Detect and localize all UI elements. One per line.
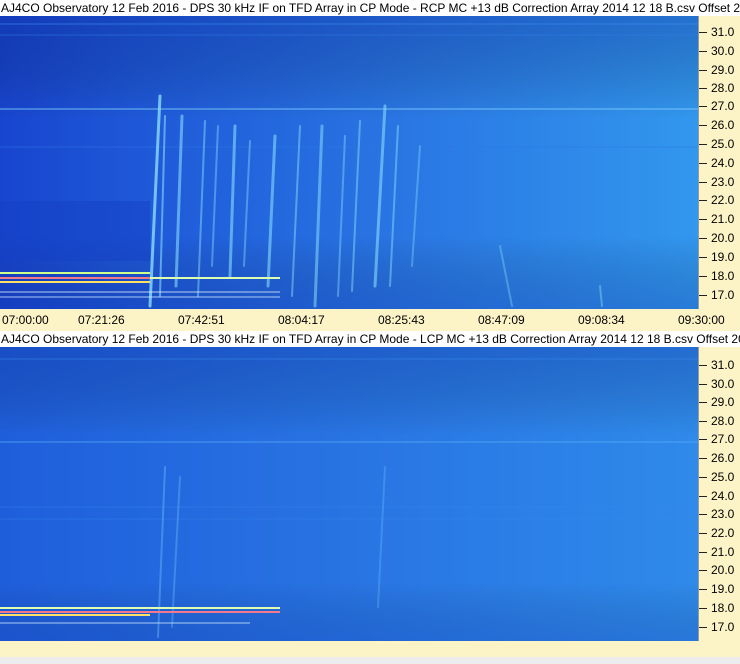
lcp-tick (699, 570, 707, 571)
lcp-tick (699, 608, 707, 609)
rcp-freq-label: 27.0 (711, 99, 735, 113)
rcp-freq-label: 31.0 (711, 25, 735, 39)
lcp-freq-label: 28.0 (711, 414, 735, 428)
lcp-tick (699, 589, 707, 590)
rcp-freq-label: 24.0 (711, 156, 735, 170)
time-label: 09:30:00 (678, 313, 725, 327)
lcp-freq-label: 20.0 (711, 563, 735, 577)
rcp-tick (699, 144, 707, 145)
rcp-freq-label: 25.0 (711, 137, 735, 151)
time-label: 07:00:00 (2, 313, 49, 327)
rcp-freq-label: 30.0 (711, 44, 735, 58)
rcp-tick (699, 200, 707, 201)
rcp-freq-label: 18.0 (711, 269, 735, 283)
bottom-divider (0, 657, 740, 664)
lcp-freq-label: 31.0 (711, 358, 735, 372)
rcp-tick (699, 32, 707, 33)
rcp-tick (699, 219, 707, 220)
lcp-freq-label: 26.0 (711, 451, 735, 465)
rcp-tick (699, 70, 707, 71)
rcp-tick (699, 295, 707, 296)
rcp-tick (699, 106, 707, 107)
lcp-tick (699, 496, 707, 497)
rcp-tick (699, 125, 707, 126)
lcp-panel-title: AJ4CO Observatory 12 Feb 2016 - DPS 30 k… (0, 331, 740, 347)
lcp-tick (699, 458, 707, 459)
rcp-freq-label: 22.0 (711, 193, 735, 207)
lcp-freq-label: 27.0 (711, 432, 735, 446)
lcp-freq-label: 23.0 (711, 507, 735, 521)
rcp-freq-label: 17.0 (711, 288, 735, 302)
rcp-tick (699, 257, 707, 258)
time-axis: 07:00:00 07:21:26 07:42:51 08:04:17 08:2… (0, 309, 740, 330)
rcp-frequency-axis: 31.0 30.0 29.0 28.0 27.0 26.0 25.0 24.0 … (698, 16, 740, 309)
lcp-freq-label: 22.0 (711, 526, 735, 540)
lcp-freq-label: 30.0 (711, 377, 735, 391)
rcp-freq-label: 19.0 (711, 250, 735, 264)
lcp-tick (699, 552, 707, 553)
lcp-freq-label: 18.0 (711, 601, 735, 615)
rcp-freq-label: 28.0 (711, 81, 735, 95)
lcp-tick (699, 477, 707, 478)
time-label: 08:04:17 (278, 313, 325, 327)
lcp-spectrogram[interactable] (0, 347, 698, 641)
lcp-tick (699, 384, 707, 385)
rcp-freq-label: 21.0 (711, 212, 735, 226)
rcp-tick (699, 238, 707, 239)
lcp-tick (699, 365, 707, 366)
rcp-spectrogram[interactable] (0, 16, 698, 309)
rcp-freq-label: 26.0 (711, 118, 735, 132)
lcp-frequency-axis: 31.0 30.0 29.0 28.0 27.0 26.0 25.0 24.0 … (698, 347, 740, 641)
rcp-tick (699, 163, 707, 164)
rcp-tick (699, 276, 707, 277)
lcp-freq-label: 25.0 (711, 470, 735, 484)
lcp-freq-label: 29.0 (711, 395, 735, 409)
lcp-tick (699, 533, 707, 534)
lcp-tick (699, 627, 707, 628)
lcp-tick (699, 402, 707, 403)
lcp-freq-label: 21.0 (711, 545, 735, 559)
rcp-tick (699, 51, 707, 52)
rcp-tick (699, 88, 707, 89)
time-label: 08:47:09 (478, 313, 525, 327)
time-label: 09:08:34 (578, 313, 625, 327)
rcp-freq-label: 20.0 (711, 231, 735, 245)
lcp-freq-label: 24.0 (711, 489, 735, 503)
rcp-freq-label: 29.0 (711, 63, 735, 77)
lcp-tick (699, 421, 707, 422)
rcp-panel-title: AJ4CO Observatory 12 Feb 2016 - DPS 30 k… (0, 0, 740, 16)
time-label: 07:42:51 (178, 313, 225, 327)
time-label: 08:25:43 (378, 313, 425, 327)
rcp-tick (699, 182, 707, 183)
time-label: 07:21:26 (78, 313, 125, 327)
rcp-freq-label: 23.0 (711, 175, 735, 189)
lcp-freq-label: 17.0 (711, 620, 735, 634)
lcp-freq-label: 19.0 (711, 582, 735, 596)
lcp-tick (699, 439, 707, 440)
lcp-tick (699, 514, 707, 515)
